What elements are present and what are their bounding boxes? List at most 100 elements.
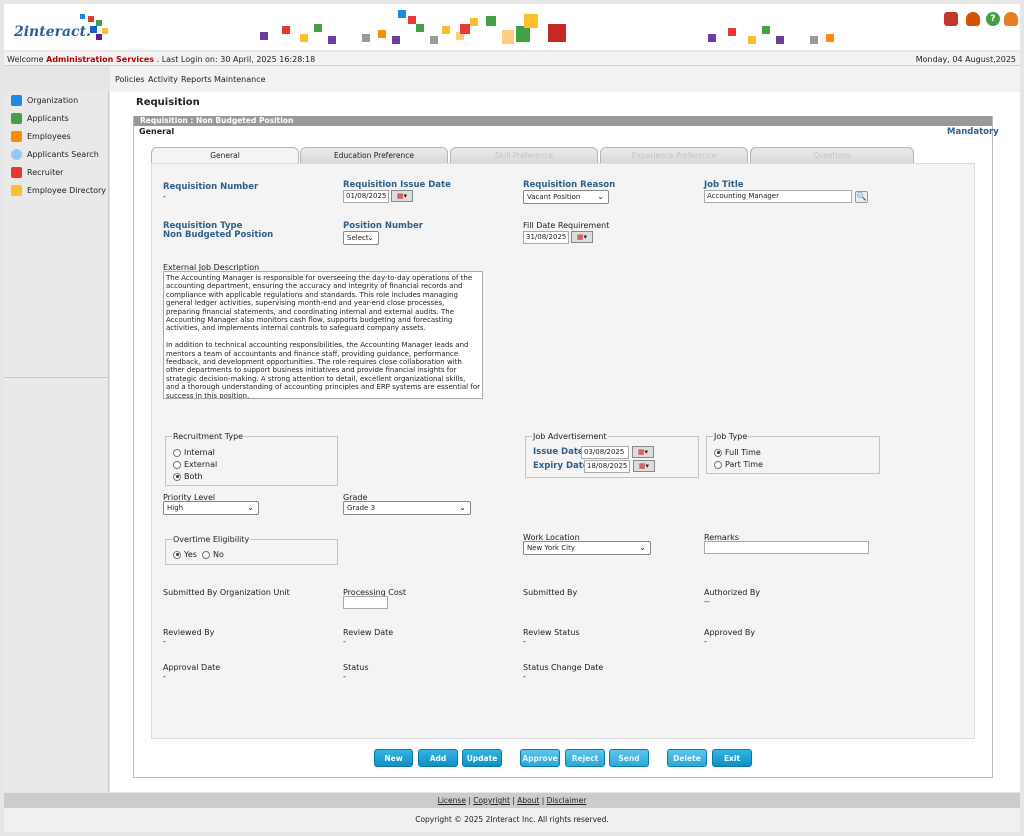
review-date-label: Review Date xyxy=(343,628,394,637)
reviewed-label: Reviewed By xyxy=(163,628,215,637)
panel-header: Requisition : Non Budgeted Position xyxy=(134,116,992,126)
req-number-value: - xyxy=(163,192,166,201)
chevron-down-icon: ⌄ xyxy=(639,543,646,552)
reviewed-value: - xyxy=(163,637,166,646)
menu-reports[interactable]: Reports xyxy=(181,75,212,84)
send-button[interactable]: Send xyxy=(609,749,649,767)
tab-skill-preference[interactable]: Skill Preference xyxy=(450,147,598,163)
logout-icon[interactable] xyxy=(1004,12,1018,26)
menu-activity[interactable]: Activity xyxy=(148,75,178,84)
status-change-label: Status Change Date xyxy=(523,663,604,672)
reject-button[interactable]: Reject xyxy=(565,749,605,767)
recruiter-icon xyxy=(11,166,22,178)
status-label: Status xyxy=(343,663,369,672)
authorized-label: Authorized By xyxy=(704,588,761,597)
sidebar-item-organization[interactable]: Organization xyxy=(11,93,78,107)
about-link[interactable]: About xyxy=(517,796,539,805)
tab-education-preference[interactable]: Education Preference xyxy=(300,147,448,163)
grade-select[interactable]: Grade 3 ⌄ xyxy=(343,501,471,515)
ot-yes-radio[interactable]: Yes xyxy=(173,550,197,559)
issue-date-calendar-icon[interactable]: ▦▾ xyxy=(391,190,413,202)
tab-experience-preference[interactable]: Experience Preference xyxy=(600,147,748,163)
fill-date-label: Fill Date Requirement xyxy=(523,221,610,230)
adv-issue-input[interactable]: 03/08/2025 xyxy=(581,446,629,459)
fill-date-calendar-icon[interactable]: ▦▾ xyxy=(571,231,593,243)
directory-icon xyxy=(11,184,22,196)
mandatory-link[interactable]: Mandatory xyxy=(947,127,999,137)
work-loc-select[interactable]: New York City ⌄ xyxy=(523,541,651,555)
ot-no-radio[interactable]: No xyxy=(202,550,224,559)
disclaimer-link[interactable]: Disclaimer xyxy=(547,796,587,805)
priority-select[interactable]: High ⌄ xyxy=(163,501,259,515)
adv-expiry-input[interactable]: 18/08/2025 xyxy=(584,460,630,473)
organization-icon xyxy=(11,94,22,106)
page-title: Requisition xyxy=(136,97,200,108)
ext-desc-textarea[interactable]: The Accounting Manager is responsible fo… xyxy=(163,271,483,399)
tab-general[interactable]: General xyxy=(151,147,299,164)
new-button[interactable]: New xyxy=(374,749,413,767)
job-title-input[interactable]: Accounting Manager xyxy=(704,190,852,203)
sidebar-item-recruiter[interactable]: Recruiter xyxy=(11,165,63,179)
top-menu: Policies Activity Reports Maintenance xyxy=(110,66,1020,92)
position-select[interactable]: Select ⌄ xyxy=(343,231,379,245)
rt-internal-radio[interactable]: Internal xyxy=(173,448,215,457)
employees-icon xyxy=(11,130,22,142)
sidebar-item-employees[interactable]: Employees xyxy=(11,129,71,143)
adv-issue-label: Issue Date xyxy=(533,447,584,457)
add-button[interactable]: Add xyxy=(418,749,458,767)
sidebar-divider xyxy=(4,377,108,378)
menu-maintenance[interactable]: Maintenance xyxy=(214,75,266,84)
jt-part-time-radio[interactable]: Part Time xyxy=(714,460,763,469)
chevron-down-icon: ⌄ xyxy=(247,503,254,512)
delete-button[interactable]: Delete xyxy=(667,749,707,767)
copyright-notice: Copyright © 2025 2Interact Inc. All righ… xyxy=(4,808,1020,832)
sidebar-item-applicants-search[interactable]: Applicants Search xyxy=(11,147,99,161)
search-icon[interactable]: 🔍 xyxy=(855,191,868,203)
status-change-value: - xyxy=(523,672,526,681)
footer-links: License | Copyright | About | Disclaimer xyxy=(4,793,1020,808)
sidebar: Organization Applicants Employees Applic… xyxy=(4,92,109,792)
job-title-label: Job Title xyxy=(704,180,744,190)
current-date: Monday, 04 August,2025 xyxy=(915,55,1016,64)
proc-cost-input[interactable] xyxy=(343,596,388,609)
req-number-label: Requisition Number xyxy=(163,182,259,192)
remarks-input[interactable] xyxy=(704,541,869,554)
tab-questions[interactable]: Questions xyxy=(750,147,914,163)
chevron-down-icon: ⌄ xyxy=(597,192,604,201)
sidebar-item-applicants[interactable]: Applicants xyxy=(11,111,69,125)
chevron-down-icon: ⌄ xyxy=(367,233,374,242)
approved-value: - xyxy=(704,637,707,646)
sidebar-item-employee-directory[interactable]: Employee Directory xyxy=(11,183,106,197)
review-status-label: Review Status xyxy=(523,628,580,637)
approval-date-label: Approval Date xyxy=(163,663,221,672)
review-date-value: - xyxy=(343,637,346,646)
home-icon[interactable] xyxy=(944,12,958,26)
update-button[interactable]: Update xyxy=(462,749,502,767)
approve-button[interactable]: Approve xyxy=(520,749,560,767)
approved-label: Approved By xyxy=(704,628,756,637)
adv-expiry-calendar-icon[interactable]: ▦▾ xyxy=(633,460,655,472)
reason-select[interactable]: Vacant Position ⌄ xyxy=(523,190,609,204)
user-name: Administration Services xyxy=(46,55,155,64)
issue-date-input[interactable]: 01/08/2025 xyxy=(343,190,389,203)
authorized-value: -- xyxy=(704,597,710,606)
req-type-value: Non Budgeted Position xyxy=(163,230,274,240)
jt-full-time-radio[interactable]: Full Time xyxy=(714,448,761,457)
fill-date-input[interactable]: 31/08/2025 xyxy=(523,231,569,244)
exit-button[interactable]: Exit xyxy=(712,749,752,767)
approval-date-value: - xyxy=(163,672,166,681)
help-icon[interactable]: ? xyxy=(986,12,1000,26)
sub-org-label: Submitted By Organization Unit xyxy=(163,588,290,597)
user-icon[interactable] xyxy=(966,12,980,26)
status-value: - xyxy=(343,672,346,681)
review-status-value: - xyxy=(523,637,526,646)
rt-external-radio[interactable]: External xyxy=(173,460,217,469)
copyright-link[interactable]: Copyright xyxy=(473,796,510,805)
applicants-icon xyxy=(11,112,22,124)
license-link[interactable]: License xyxy=(438,796,466,805)
search-icon xyxy=(11,148,22,160)
interact-logo[interactable]: 2interact. xyxy=(10,12,122,48)
menu-policies[interactable]: Policies xyxy=(115,75,145,84)
adv-issue-calendar-icon[interactable]: ▦▾ xyxy=(632,446,654,458)
rt-both-radio[interactable]: Both xyxy=(173,472,203,481)
